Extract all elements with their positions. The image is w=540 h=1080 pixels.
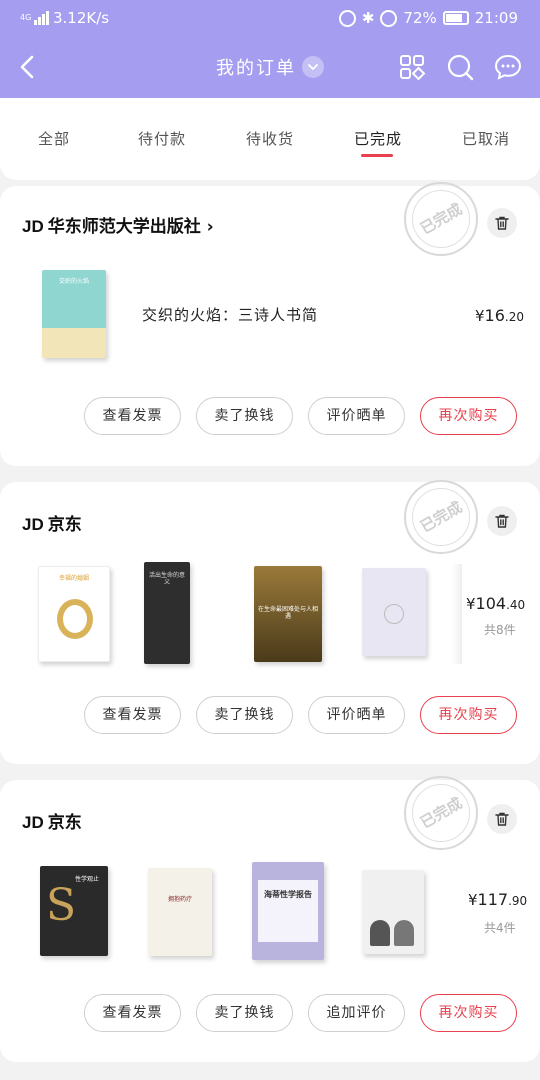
review-button[interactable]: 评价晒单 (308, 696, 405, 734)
jd-logo: JD (22, 515, 44, 534)
shop-name: 京东 (47, 515, 82, 535)
view-invoice-button[interactable]: 查看发票 (84, 994, 181, 1032)
order-price: ¥104.40 (466, 594, 526, 613)
tab-cancelled[interactable]: 已取消 (432, 128, 540, 149)
status-bar: 4G 3.12K/s ✱ 72% 21:09 (0, 0, 540, 38)
product-image[interactable]: 活出生命的意义 (144, 562, 190, 664)
shop-name: 京东 (47, 813, 82, 833)
more-items-fade (452, 564, 462, 664)
sell-for-cash-button[interactable]: 卖了换钱 (196, 397, 293, 435)
product-image[interactable] (362, 568, 426, 656)
trash-icon (495, 812, 509, 826)
network-type: 4G (20, 13, 32, 22)
buy-again-button[interactable]: 再次购买 (420, 696, 517, 734)
shop-name-link[interactable]: JD 京东 (22, 808, 82, 833)
signal-icon (34, 11, 49, 25)
product-image[interactable]: S 性学观止 (40, 866, 108, 956)
tab-pending-receipt[interactable]: 待收货 (216, 128, 324, 149)
network-speed: 3.12K/s (53, 9, 110, 27)
sell-for-cash-button[interactable]: 卖了换钱 (196, 696, 293, 734)
product-image[interactable]: 幸福的婚姻 (38, 566, 110, 662)
tab-completed[interactable]: 已完成 (324, 128, 432, 149)
sell-for-cash-button[interactable]: 卖了换钱 (196, 994, 293, 1032)
item-count: 共8件 (484, 623, 516, 637)
view-invoice-button[interactable]: 查看发票 (84, 696, 181, 734)
trash-icon (495, 216, 509, 230)
order-card[interactable]: JD 京东 已完成 S 性学观止 拥抱药疗 海蒂性学报告 ¥117.90 共4件 … (0, 776, 540, 1062)
product-image[interactable]: 拥抱药疗 (148, 868, 212, 956)
message-icon[interactable] (494, 53, 522, 81)
clock: 21:09 (474, 9, 518, 27)
order-price: ¥16.20 (475, 306, 524, 325)
search-icon[interactable] (446, 53, 474, 81)
order-card[interactable]: JD 华东师范大学出版社 › 已完成 交织的火焰 交织的火焰：三诗人书简 ¥16.… (0, 182, 540, 466)
product-image[interactable] (362, 870, 424, 954)
scan-grid-icon[interactable] (398, 53, 426, 81)
add-review-button[interactable]: 追加评价 (308, 994, 405, 1032)
tab-all[interactable]: 全部 (0, 128, 108, 149)
buy-again-button[interactable]: 再次购买 (420, 397, 517, 435)
jd-logo: JD (22, 813, 44, 832)
chevron-right-icon: › (206, 217, 214, 237)
page-title: 我的订单 (216, 58, 296, 79)
order-price: ¥117.90 (468, 890, 528, 909)
shop-name-link[interactable]: JD 华东师范大学出版社 › (22, 212, 214, 237)
completed-stamp-icon: 已完成 (404, 480, 478, 554)
alarm-icon (338, 9, 356, 27)
battery-icon (442, 11, 469, 25)
completed-stamp-icon: 已完成 (404, 182, 478, 256)
review-button[interactable]: 评价晒单 (308, 397, 405, 435)
shop-name: 华东师范大学出版社 (47, 217, 201, 237)
delete-order-button[interactable] (487, 506, 517, 536)
view-invoice-button[interactable]: 查看发票 (84, 397, 181, 435)
header: 我的订单 (0, 38, 540, 98)
chevron-down-icon (302, 56, 324, 78)
product-name[interactable]: 交织的火焰：三诗人书简 (142, 304, 318, 325)
product-image[interactable]: 交织的火焰 (42, 270, 106, 358)
tab-pending-payment[interactable]: 待付款 (108, 128, 216, 149)
buy-again-button[interactable]: 再次购买 (420, 994, 517, 1032)
product-image[interactable]: 海蒂性学报告 (252, 862, 324, 960)
order-status-tabs: 全部 待付款 待收货 已完成 已取消 (0, 98, 540, 180)
order-card[interactable]: JD 京东 已完成 幸福的婚姻 活出生命的意义 在生命最困难处与人相遇 ¥104.… (0, 480, 540, 764)
delete-order-button[interactable] (487, 208, 517, 238)
trash-icon (495, 514, 509, 528)
delete-order-button[interactable] (487, 804, 517, 834)
active-tab-indicator (361, 154, 393, 157)
top-bar: 4G 3.12K/s ✱ 72% 21:09 我的订单 (0, 0, 540, 98)
data-saver-icon (380, 9, 398, 27)
jd-logo: JD (22, 217, 44, 236)
completed-stamp-icon: 已完成 (404, 776, 478, 850)
battery-percent: 72% (403, 9, 437, 27)
shop-name-link[interactable]: JD 京东 (22, 510, 82, 535)
product-image[interactable]: 在生命最困难处与人相遇 (254, 566, 322, 662)
item-count: 共4件 (484, 921, 516, 935)
bluetooth-icon: ✱ (361, 9, 375, 27)
